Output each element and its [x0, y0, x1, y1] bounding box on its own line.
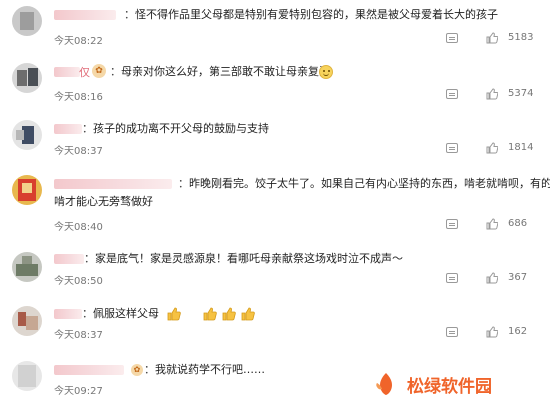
comment-time: 今天08:50	[54, 276, 103, 287]
thumbs-up-icon[interactable]	[486, 218, 498, 230]
username[interactable]	[54, 67, 80, 77]
thumbs-up-icon[interactable]	[486, 272, 498, 284]
comment-icon[interactable]	[446, 143, 458, 153]
avatar[interactable]	[12, 6, 42, 36]
avatar[interactable]	[12, 252, 42, 282]
comment-text-continued: 啃才能心无旁骛做好	[54, 195, 153, 208]
like-count: 1814	[508, 142, 534, 153]
thumbs-up-emoji-icon	[202, 306, 218, 326]
comment-time: 今天08:37	[54, 330, 103, 341]
comment-icon[interactable]	[446, 219, 458, 229]
comment-icon[interactable]	[446, 89, 458, 99]
username[interactable]	[54, 254, 84, 264]
comment-text: ：佩服这样父母	[82, 307, 159, 320]
username[interactable]	[54, 365, 124, 375]
watermark-logo-icon	[376, 373, 392, 395]
username[interactable]	[54, 124, 82, 134]
avatar[interactable]	[12, 175, 42, 205]
thumbs-up-emoji-icon	[166, 306, 182, 326]
like-count: 367	[508, 272, 528, 283]
like-count: 5374	[508, 88, 534, 99]
comment-time: 今天08:16	[54, 92, 103, 103]
like-count: 162	[508, 326, 528, 337]
weibo-comments-screen: { "comments": [ { "text": "怪不得作品里父母都是特别有…	[0, 0, 550, 410]
thumbs-up-icon[interactable]	[486, 326, 498, 338]
thumbs-up-icon[interactable]	[486, 88, 498, 100]
thumbs-up-emoji-icon	[240, 306, 256, 326]
thumbs-up-icon[interactable]	[486, 32, 498, 44]
comment-time: 今天08:37	[54, 146, 103, 157]
comment-text: ：昨晚刚看完。饺子太牛了。如果自己有内心坚持的东西，啃老就啃呗，有的	[178, 177, 550, 190]
watermark-text: 松绿软件园	[407, 376, 492, 397]
comment-content: 昨晚刚看完。饺子太牛了。如果自己有内心坚持的东西，啃老就啃呗，有的	[189, 177, 550, 190]
avatar[interactable]	[12, 120, 42, 150]
avatar[interactable]	[12, 361, 42, 391]
thumbs-up-icon[interactable]	[486, 142, 498, 154]
thumbs-up-emoji-icon	[221, 306, 237, 326]
avatar[interactable]	[12, 306, 42, 336]
comment-text: ：我就说药学不行吧……	[144, 363, 265, 376]
username[interactable]	[54, 10, 116, 20]
comment-time: 今天09:27	[54, 386, 103, 397]
comment-content: 母亲对你这么好，第三部敢不敢让母亲复活	[121, 65, 330, 78]
username[interactable]	[54, 309, 82, 319]
comment-content: 佩服这样父母	[93, 307, 159, 320]
comment-content: 孩子的成功离不开父母的鼓励与支持	[93, 122, 269, 135]
fan-badge-icon: ✿	[131, 364, 143, 376]
comment-text: ：家是底气！家是灵感源泉！看哪吒母亲献祭这场戏时泣不成声～	[84, 252, 403, 265]
comment-text: ：怪不得作品里父母都是特别有爱特别包容的，果然是被父母爱着长大的孩子	[124, 8, 498, 21]
like-count: 686	[508, 218, 528, 229]
comment-time: 今天08:22	[54, 36, 103, 47]
username[interactable]	[54, 179, 172, 189]
comment-icon[interactable]	[446, 273, 458, 283]
avatar[interactable]	[12, 63, 42, 93]
comment-icon[interactable]	[446, 33, 458, 43]
comment-text: ：母亲对你这么好，第三部敢不敢让母亲复活	[110, 65, 330, 78]
fan-badge-icon: ✿	[92, 64, 106, 78]
like-count: 5183	[508, 32, 534, 43]
comment-time: 今天08:40	[54, 222, 103, 233]
comment-content: 家是底气！家是灵感源泉！看哪吒母亲献祭这场戏时泣不成声～	[95, 252, 403, 265]
comment-content: 怪不得作品里父母都是特别有爱特别包容的，果然是被父母爱着长大的孩子	[135, 8, 498, 21]
comment-text: ：孩子的成功离不开父母的鼓励与支持	[82, 122, 269, 135]
comment-icon[interactable]	[446, 327, 458, 337]
smile-emoji-icon	[319, 65, 333, 79]
username-visible-part: 仅	[79, 66, 90, 79]
comment-content: 我就说药学不行吧……	[155, 363, 265, 376]
watermark: 松绿软件园	[373, 369, 545, 399]
